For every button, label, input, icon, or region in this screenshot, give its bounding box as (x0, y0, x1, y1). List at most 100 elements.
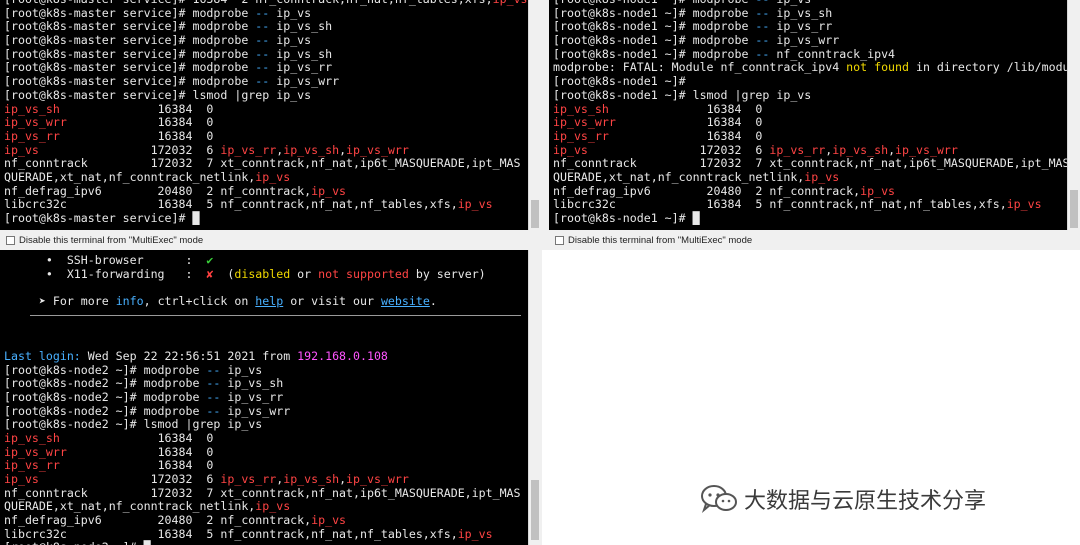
terminal-text: ip_vs (457, 197, 493, 212)
terminal-text: [root@k8s-node1 ~]# lsmod |grep ip_vs (553, 87, 812, 102)
terminal-text: ip_vs_sh (283, 472, 340, 486)
terminal-line: [root@k8s-node2 ~]# modprobe -- ip_vs_wr… (4, 403, 541, 419)
scrollbar-thumb[interactable] (1070, 190, 1078, 228)
terminal-text: nf_conntrack 172032 7 xt_conntrack,nf_na… (4, 485, 521, 500)
terminal-text: nf_defrag_ipv6 20480 2 nf_conntrack, (4, 513, 312, 528)
terminal-line: [root@k8s-node1 ~]# (553, 74, 1080, 89)
terminal-line: libcrc32c 16384 5 nf_conntrack,nf_nat,nf… (4, 526, 541, 542)
terminal-line: nf_conntrack 172032 7 xt_conntrack,nf_na… (4, 156, 541, 171)
terminal-text: [root@k8s-node2 ~]# modprobe (4, 376, 207, 391)
terminal-text: , ctrl+click on (143, 294, 256, 309)
terminal-text: ip_vs (311, 183, 347, 198)
terminal-text: libcrc32c 16384 5 nf_conntrack,nf_nat,nf… (553, 197, 1007, 212)
terminal-text: -- (206, 362, 221, 377)
terminal-line: [root@k8s-node1 ~]# modprobe -- ip_vs_rr (553, 20, 1080, 34)
terminal-text: ip_vs_rr (220, 389, 284, 404)
terminal-line: ip_vs 172032 6 ip_vs_rr,ip_vs_sh,ip_vs_w… (4, 472, 541, 487)
terminal-line: ip_vs_rr 16384 0 (4, 458, 541, 473)
terminal-text: ip_vs_wrr (220, 403, 291, 418)
terminal-line: [root@k8s-node2 ~]# modprobe -- ip_vs_sh (4, 376, 541, 391)
terminal-text: ip_vs (457, 526, 493, 541)
terminal-text: ip_vs_sh (553, 101, 609, 116)
terminal-text: ip_vs_sh (832, 142, 889, 157)
terminal-line: [root@k8s-node1 ~]# lsmod |grep ip_vs (553, 87, 1080, 103)
terminal-text: 16384 0 (66, 115, 214, 130)
terminal-text: ip_vs_sh (769, 5, 833, 20)
terminal-line: [root@k8s-master service]# lsmod |grep i… (4, 88, 541, 103)
terminal-text: nf_conntrack_ipv4 (769, 46, 896, 61)
terminal-text: 192.168.0.108 (297, 348, 388, 363)
scrollbar-thumb[interactable] (531, 480, 539, 540)
terminal-text: ip_vs_rr (220, 142, 277, 157)
terminal-line: ip_vs_rr 16384 0 (553, 129, 1080, 144)
terminal-line: [root@k8s-master service]# modprobe -- i… (4, 5, 541, 21)
terminal-text: disabled (234, 266, 291, 281)
terminal-text: in directory /lib/modul (909, 60, 1077, 75)
terminal-text: ip_vs (4, 142, 39, 157)
terminal-text: -- (755, 46, 770, 61)
terminal-line: libcrc32c 16384 5 nf_conntrack,nf_nat,nf… (553, 197, 1080, 212)
terminal-text: -- (755, 33, 770, 48)
watermark-text: 大数据与云原生技术分享 (744, 489, 987, 514)
terminal-output: [root@k8s-master service]# 16384 2 nf_co… (4, 0, 541, 226)
terminal-text: • X11-forwarding : (4, 266, 207, 281)
terminal-line: • SSH-browser : ✔ (4, 253, 541, 268)
scrollbar[interactable] (1067, 0, 1080, 230)
terminal-text: [root@k8s-master service]# modprobe (4, 5, 256, 20)
terminal-text: [root@k8s-master service]# modprobe (4, 74, 256, 89)
terminal-text: info (115, 294, 144, 309)
terminal-text: ip_vs_rr (4, 128, 60, 143)
terminal-text: [root@k8s-node1 ~]# modprobe (553, 46, 756, 61)
terminal-line: • X11-forwarding : ✘ (disabled or not su… (4, 266, 541, 282)
scrollbar[interactable] (528, 250, 541, 545)
terminal-line: ip_vs_sh 16384 0 (4, 102, 541, 117)
terminal-text: [root@k8s-master service]# modprobe (4, 19, 256, 34)
terminal-text: ip_vs_rr (4, 458, 60, 473)
terminal-text: ip_vs_rr (769, 142, 826, 157)
terminal-text: ➤ For more (4, 294, 116, 309)
terminal-line: ➤ For more info, ctrl+click on help or v… (4, 294, 541, 309)
terminal-text: not supported (318, 266, 409, 281)
terminal-text: ip_vs_wrr (346, 142, 409, 157)
terminal-output: [root@k8s-node1 ~]# modprobe -- ip_vs [ro… (553, 0, 1080, 226)
terminal-text: ip_vs (860, 183, 896, 198)
scrollbar[interactable] (528, 0, 541, 230)
terminal-text: ip_vs (553, 142, 588, 157)
terminal-k8s-node1[interactable]: [root@k8s-node1 ~]# modprobe -- ip_vs [ro… (549, 0, 1080, 230)
terminal-text: [root@k8s-node2 ~]# modprobe (4, 362, 207, 377)
terminal-text[interactable]: help (255, 294, 283, 308)
terminal-line: [root@k8s-node1 ~]# modprobe -- ip_vs_sh (553, 5, 1080, 21)
terminal-line: [root@k8s-master service]# modprobe -- i… (4, 33, 541, 48)
terminal-text: ip_vs (493, 0, 528, 6)
terminal-text: -- (255, 46, 270, 61)
terminal-line: ip_vs_sh 16384 0 (4, 430, 541, 446)
terminal-text: ip_vs_wrr (769, 33, 840, 48)
wechat-icon (701, 485, 737, 514)
terminal-text: ip_vs_sh (4, 430, 60, 445)
multiexec-toggle-node1[interactable]: Disable this terminal from "MultiExec" m… (555, 233, 752, 248)
terminal-k8s-master[interactable]: [root@k8s-master service]# 16384 2 nf_co… (0, 0, 541, 230)
terminal-line: [root@k8s-node2 ~]# modprobe -- ip_vs_rr (4, 389, 541, 405)
terminal-text: ip_vs_wrr (4, 444, 67, 459)
terminal-line: QUERADE,xt_nat,nf_conntrack_netlink,ip_v… (4, 500, 541, 514)
terminal-line: QUERADE,xt_nat,nf_conntrack_netlink,ip_v… (4, 170, 541, 185)
terminal-line: [root@k8s-master service]# modprobe -- i… (4, 61, 541, 75)
terminal-k8s-node2[interactable]: • SSH-browser : ✔ • X11-forwarding : ✘ (… (0, 250, 541, 545)
terminal-text: ip_vs_sh (220, 376, 284, 391)
terminal-text: 16384 0 (59, 430, 214, 445)
terminal-text: ip_vs (4, 472, 39, 486)
multiexec-checkbox[interactable] (555, 236, 564, 245)
multiexec-toggle-master[interactable]: Disable this terminal from "MultiExec" m… (6, 233, 203, 248)
multiexec-checkbox[interactable] (6, 236, 15, 245)
terminal-line: [root@k8s-master service]# modprobe -- i… (4, 74, 541, 89)
multiexec-label: Disable this terminal from "MultiExec" m… (19, 235, 204, 246)
terminal-text: [root@k8s-node2 ~]# lsmod |grep ip_vs (4, 417, 263, 432)
terminal-line: [root@k8s-node2 ~]# █ (4, 541, 541, 545)
scrollbar-thumb[interactable] (531, 200, 539, 228)
terminal-text[interactable]: website (381, 294, 430, 308)
terminal-output: • SSH-browser : ✔ • X11-forwarding : ✘ (… (4, 253, 541, 545)
terminal-text: ip_vs_wrr (553, 115, 616, 130)
terminal-text: -- (755, 5, 770, 20)
